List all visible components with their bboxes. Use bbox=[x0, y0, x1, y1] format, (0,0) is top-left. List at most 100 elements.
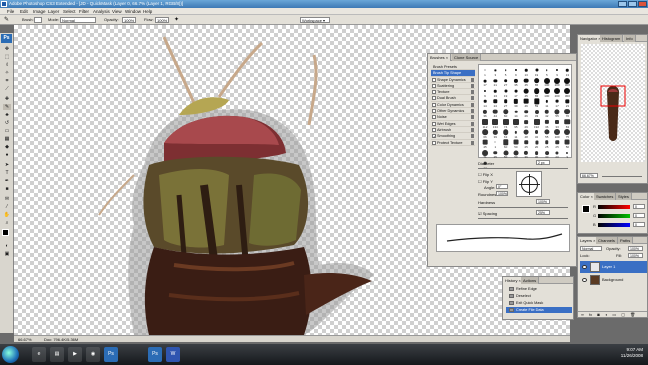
opacity-field[interactable]: 100% bbox=[122, 17, 136, 23]
slice-tool-icon[interactable]: ⟋ bbox=[3, 86, 11, 92]
history-state[interactable]: Refine Edge bbox=[506, 286, 572, 292]
minimize-button[interactable] bbox=[618, 1, 627, 7]
lock-icon[interactable] bbox=[471, 127, 474, 132]
move-tool-icon[interactable]: ✥ bbox=[3, 46, 11, 52]
fill-field[interactable]: 100% bbox=[628, 253, 643, 258]
channel-value[interactable]: 0 bbox=[633, 222, 645, 227]
visibility-eye-icon[interactable] bbox=[582, 278, 587, 282]
history-brush-icon[interactable]: ↺ bbox=[3, 120, 11, 126]
tab-paths[interactable]: Paths bbox=[618, 237, 634, 244]
navigator-thumbnail[interactable] bbox=[581, 44, 645, 162]
tab-styles[interactable]: Styles bbox=[616, 193, 632, 200]
brush-setting-checkbox[interactable]: ✓ bbox=[432, 134, 436, 139]
gradient-tool-icon[interactable]: ▦ bbox=[3, 136, 11, 142]
menu-filter[interactable]: Filter bbox=[79, 9, 89, 14]
brush-setting-checkbox[interactable] bbox=[432, 96, 436, 101]
lock-icon[interactable] bbox=[471, 140, 474, 145]
brush-tool-icon[interactable]: ✎ bbox=[3, 104, 11, 110]
menu-file[interactable]: File bbox=[7, 9, 14, 14]
navigator-zoom-field[interactable]: 66.67% bbox=[580, 173, 598, 178]
layer-opacity-field[interactable]: 100% bbox=[628, 246, 643, 251]
brush-picker[interactable] bbox=[34, 17, 42, 23]
crop-tool-icon[interactable]: ⌗ bbox=[3, 78, 11, 84]
brush-preset-grid[interactable]: 1 3 5 9 13 19 5 9 13 17 21 27 35 45 65 100 200 300 9 13 19 17… bbox=[478, 64, 572, 170]
channel-value[interactable]: 0 bbox=[633, 213, 645, 218]
brush-preset[interactable]: 36 bbox=[521, 148, 531, 159]
zoom-readout[interactable]: 66.67% bbox=[18, 337, 32, 342]
angle-roundness-widget[interactable] bbox=[516, 171, 542, 197]
brush-preset[interactable]: 30 bbox=[542, 148, 552, 159]
layer-row[interactable]: Background bbox=[580, 274, 647, 286]
foreground-color-swatch[interactable] bbox=[2, 229, 9, 236]
brush-setting-checkbox[interactable] bbox=[432, 109, 436, 114]
adjustment-icon[interactable]: ◑ bbox=[605, 312, 607, 317]
diameter-slider[interactable] bbox=[478, 168, 568, 169]
flip-y-checkbox[interactable]: ☐ Flip Y bbox=[478, 179, 493, 184]
brush-setting-checkbox[interactable] bbox=[432, 115, 436, 120]
lock-icon[interactable] bbox=[471, 115, 474, 120]
dodge-tool-icon[interactable]: ● bbox=[3, 152, 11, 158]
lock-icon[interactable] bbox=[471, 77, 474, 82]
marquee-tool-icon[interactable]: ⬚ bbox=[3, 54, 11, 60]
menu-window[interactable]: Window bbox=[125, 9, 141, 14]
eyedropper-tool-icon[interactable]: ⁄ bbox=[3, 204, 11, 210]
trash-icon[interactable]: 🗑 bbox=[630, 312, 635, 317]
hardness-field[interactable]: 100% bbox=[536, 199, 550, 204]
channel-slider[interactable] bbox=[598, 223, 630, 227]
roundness-field[interactable]: 100% bbox=[496, 191, 508, 196]
brush-preset[interactable]: 50 bbox=[511, 148, 521, 159]
taskbar-ie-icon[interactable]: e bbox=[32, 347, 46, 362]
taskbar-photoshop-icon[interactable]: Ps bbox=[104, 347, 118, 362]
brush-setting-checkbox[interactable] bbox=[432, 83, 436, 88]
pen-tool-icon[interactable]: ✒ bbox=[3, 178, 11, 184]
flip-x-checkbox[interactable]: ☐ Flip X bbox=[478, 172, 493, 177]
brush-setting-checkbox[interactable] bbox=[432, 140, 436, 145]
tab-info[interactable]: Info bbox=[624, 35, 636, 42]
zoom-tool-icon[interactable]: ⌕ bbox=[3, 220, 11, 226]
hardness-slider[interactable] bbox=[478, 207, 568, 208]
diameter-field[interactable]: 2 px bbox=[536, 160, 550, 165]
tab-clone-source[interactable]: Clone Source bbox=[452, 54, 482, 61]
lock-icon[interactable] bbox=[471, 102, 474, 107]
stamp-tool-icon[interactable]: ♣ bbox=[3, 112, 11, 118]
fg-color-chip[interactable] bbox=[582, 205, 590, 213]
new-group-icon[interactable]: ▭ bbox=[612, 312, 616, 317]
screen-mode-icon[interactable]: ▣ bbox=[3, 251, 11, 257]
brush-setting-checkbox[interactable] bbox=[432, 90, 436, 95]
eraser-tool-icon[interactable]: ▭ bbox=[3, 128, 11, 134]
lasso-tool-icon[interactable]: ℓ bbox=[3, 62, 11, 68]
type-tool-icon[interactable]: T bbox=[3, 170, 11, 176]
navigator-zoom-slider[interactable] bbox=[602, 176, 642, 177]
blend-mode-select[interactable]: Normal bbox=[580, 246, 602, 251]
mask-icon[interactable]: ◙ bbox=[597, 312, 599, 317]
system-clock[interactable]: 9:07 AM 11/26/2008 bbox=[621, 347, 643, 359]
path-select-icon[interactable]: ➤ bbox=[3, 162, 11, 168]
tab-channels[interactable]: Channels bbox=[596, 237, 618, 244]
flow-field[interactable]: 100% bbox=[155, 17, 169, 23]
brush-setting-checkbox[interactable] bbox=[432, 121, 436, 126]
brush-preset[interactable]: 25 bbox=[490, 148, 500, 159]
history-state[interactable]: Create File Data bbox=[506, 307, 572, 313]
channel-value[interactable]: 0 bbox=[633, 204, 645, 209]
visibility-eye-icon[interactable] bbox=[582, 265, 587, 269]
angle-field[interactable]: 0° bbox=[496, 184, 508, 189]
spacing-slider[interactable] bbox=[478, 218, 568, 219]
blur-tool-icon[interactable]: ◆ bbox=[3, 144, 11, 150]
tab-swatches[interactable]: Swatches bbox=[594, 193, 617, 200]
brush-setting-row[interactable]: Protect Texture bbox=[431, 140, 475, 146]
lock-icon[interactable] bbox=[471, 121, 474, 126]
menu-help[interactable]: Help bbox=[143, 9, 152, 14]
brush-preset[interactable]: 9 bbox=[562, 148, 572, 159]
brush-tool-icon[interactable]: ✎ bbox=[4, 16, 9, 23]
tab-actions[interactable]: Actions bbox=[521, 277, 540, 284]
menu-edit[interactable]: Edit bbox=[20, 9, 28, 14]
lock-icon[interactable] bbox=[471, 109, 474, 114]
history-state[interactable]: Deselect bbox=[506, 293, 572, 299]
lock-icon[interactable] bbox=[471, 96, 474, 101]
shape-tool-icon[interactable]: ■ bbox=[3, 186, 11, 192]
lock-icon[interactable] bbox=[471, 134, 474, 139]
brush-setting-checkbox[interactable] bbox=[432, 77, 436, 82]
wand-tool-icon[interactable]: ✧ bbox=[3, 70, 11, 76]
taskbar-media-icon[interactable]: ▶ bbox=[68, 347, 82, 362]
airbrush-icon[interactable]: ✦ bbox=[174, 16, 179, 23]
